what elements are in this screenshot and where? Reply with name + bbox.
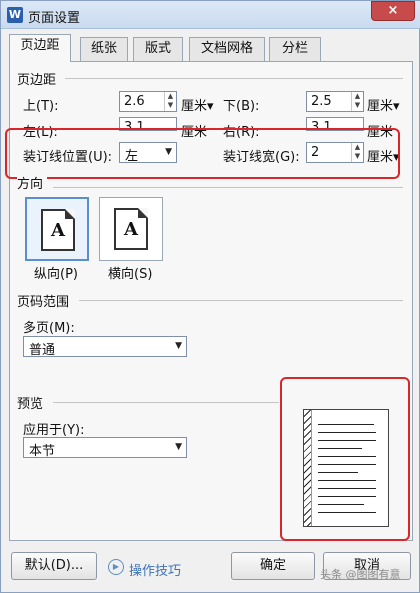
- top-margin-label: 上(T):: [23, 99, 59, 114]
- multiple-pages-select[interactable]: 普通 ▼: [23, 336, 187, 358]
- page-setup-dialog: W 页面设置 × 页边距 纸张 版式 文档网格 分栏 页边距 上(T): 2.6…: [0, 0, 420, 593]
- top-margin-value: 2.6: [124, 94, 145, 109]
- tab-margins[interactable]: 页边距: [9, 34, 71, 62]
- decrement-icon[interactable]: ▼: [352, 101, 363, 110]
- landscape-page-icon: A: [114, 208, 148, 250]
- landscape-label[interactable]: 横向(S): [108, 263, 152, 282]
- section-divider: [53, 187, 403, 188]
- portrait-label[interactable]: 纵向(P): [34, 263, 78, 282]
- title-bar[interactable]: W 页面设置 ×: [1, 1, 420, 29]
- top-margin-spinner[interactable]: 2.6 ▲ ▼: [119, 91, 177, 112]
- highlight-box-preview: [280, 377, 410, 541]
- tips-link[interactable]: 操作技巧: [129, 560, 181, 579]
- page-range-section-label: 页码范围: [17, 291, 74, 310]
- bottom-margin-label: 下(B):: [223, 99, 260, 114]
- margins-section-label: 页边距: [17, 69, 61, 88]
- tab-document-grid[interactable]: 文档网格: [189, 37, 265, 61]
- top-margin-unit[interactable]: 厘米▾: [181, 95, 214, 114]
- highlight-box-gutter: [5, 128, 400, 179]
- portrait-option[interactable]: A: [25, 197, 89, 261]
- increment-icon[interactable]: ▲: [352, 92, 363, 101]
- multiple-pages-label: 多页(M):: [23, 321, 75, 336]
- close-button[interactable]: ×: [371, 1, 415, 21]
- bottom-margin-unit[interactable]: 厘米▾: [367, 95, 400, 114]
- bottom-margin-value: 2.5: [311, 94, 332, 109]
- apply-to-label: 应用于(Y):: [23, 423, 85, 438]
- portrait-page-icon: A: [41, 209, 75, 251]
- tab-columns[interactable]: 分栏: [269, 37, 321, 61]
- apply-to-select[interactable]: 本节 ▼: [23, 437, 187, 459]
- preview-section-label: 预览: [17, 393, 48, 412]
- section-divider: [53, 402, 279, 403]
- window-title: 页面设置: [28, 11, 81, 26]
- tab-paper[interactable]: 纸张: [80, 37, 128, 61]
- section-divider: [65, 78, 403, 79]
- chevron-down-icon: ▼: [175, 442, 182, 452]
- bottom-margin-spinner[interactable]: 2.5 ▲ ▼: [306, 91, 364, 112]
- increment-icon[interactable]: ▲: [165, 92, 176, 101]
- decrement-icon[interactable]: ▼: [165, 101, 176, 110]
- play-icon[interactable]: ▶: [108, 559, 124, 575]
- section-divider: [79, 300, 403, 301]
- ok-button[interactable]: 确定: [231, 552, 315, 580]
- default-button[interactable]: 默认(D)...: [11, 552, 97, 580]
- wps-writer-icon: W: [7, 7, 23, 23]
- orientation-section-label: 方向: [17, 173, 48, 192]
- landscape-option[interactable]: A: [99, 197, 163, 261]
- chevron-down-icon: ▼: [175, 341, 182, 351]
- tab-layout[interactable]: 版式: [133, 37, 183, 61]
- multiple-pages-value: 普通: [29, 343, 56, 358]
- watermark: 头条 @图图有意: [320, 568, 401, 581]
- apply-to-value: 本节: [29, 444, 56, 459]
